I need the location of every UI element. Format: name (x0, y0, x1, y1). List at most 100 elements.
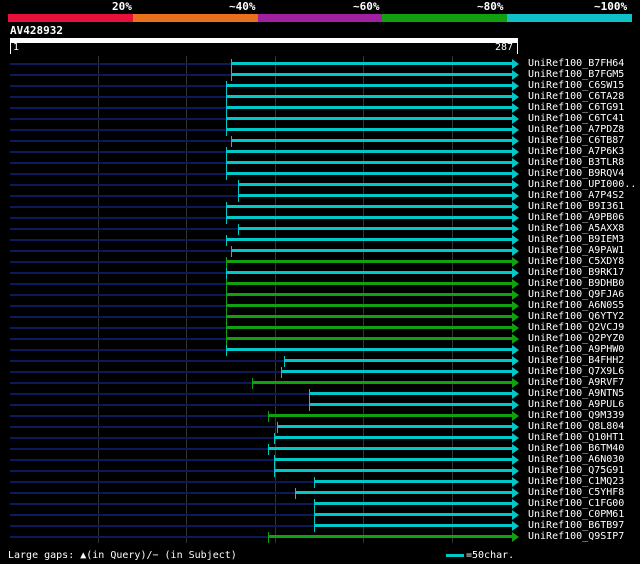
hit-end-arrow-icon (512, 257, 519, 267)
hit-unaligned-track (10, 217, 226, 219)
hit-alignment-bar[interactable] (226, 304, 512, 307)
hit-end-arrow-icon (512, 323, 519, 333)
hit-alignment-bar[interactable] (309, 403, 512, 406)
hit-unaligned-track (10, 96, 226, 98)
legend-seg-40 (132, 14, 258, 22)
hit-end-arrow-icon (512, 70, 519, 80)
hit-alignment-bar[interactable] (268, 414, 512, 417)
hit-alignment-bar[interactable] (226, 150, 512, 153)
hit-end-arrow-icon (512, 103, 519, 113)
hit-end-arrow-icon (512, 213, 519, 223)
hit-unaligned-track (10, 448, 268, 450)
query-bar (10, 38, 518, 43)
ruler-end-tick (517, 43, 518, 54)
hit-unaligned-track (10, 63, 231, 65)
hit-alignment-bar[interactable] (268, 535, 512, 538)
hit-alignment-bar[interactable] (226, 282, 512, 285)
hit-alignment-bar[interactable] (231, 139, 512, 142)
hit-alignment-bar[interactable] (226, 205, 512, 208)
hit-alignment-bar[interactable] (226, 326, 512, 329)
hit-unaligned-track (10, 85, 226, 87)
hit-alignment-bar[interactable] (226, 106, 512, 109)
hit-alignment-bar[interactable] (226, 337, 512, 340)
hit-unaligned-track (10, 151, 226, 153)
hit-label[interactable]: UniRef100_Q9SIP7 (528, 531, 624, 543)
hit-alignment-bar[interactable] (252, 381, 512, 384)
hit-unaligned-track (10, 382, 252, 384)
hit-end-arrow-icon (512, 202, 519, 212)
hit-alignment-bar[interactable] (226, 260, 512, 263)
hit-end-arrow-icon (512, 411, 519, 421)
hit-end-arrow-icon (512, 532, 519, 542)
hit-end-arrow-icon (512, 345, 519, 355)
hit-unaligned-track (10, 349, 226, 351)
hit-row[interactable]: UniRef100_Q9SIP7 (10, 531, 640, 543)
hit-alignment-bar[interactable] (226, 315, 512, 318)
hit-end-arrow-icon (512, 510, 519, 520)
hit-unaligned-track (10, 404, 309, 406)
hit-end-arrow-icon (512, 169, 519, 179)
hit-alignment-bar[interactable] (231, 62, 512, 65)
hit-unaligned-track (10, 250, 231, 252)
hit-unaligned-track (10, 338, 226, 340)
hit-alignment-bar[interactable] (314, 513, 512, 516)
hit-alignment-bar[interactable] (226, 117, 512, 120)
hit-alignment-bar[interactable] (226, 172, 512, 175)
hit-alignment-bar[interactable] (314, 502, 512, 505)
hit-alignment-bar[interactable] (226, 271, 512, 274)
hit-unaligned-track (10, 393, 309, 395)
hit-alignment-bar[interactable] (309, 392, 512, 395)
hit-alignment-bar[interactable] (226, 95, 512, 98)
hit-end-arrow-icon (512, 301, 519, 311)
hit-end-arrow-icon (512, 191, 519, 201)
hit-end-arrow-icon (512, 92, 519, 102)
hit-alignment-bar[interactable] (226, 293, 512, 296)
hit-unaligned-track (10, 426, 277, 428)
hit-end-arrow-icon (512, 125, 519, 135)
hit-alignment-bar[interactable] (281, 370, 512, 373)
hit-alignment-bar[interactable] (226, 238, 512, 241)
hit-unaligned-track (10, 206, 226, 208)
hit-alignment-bar[interactable] (277, 425, 512, 428)
hit-unaligned-track (10, 239, 226, 241)
gaps-legend: Large gaps: ▲(in Query)/− (in Subject) (8, 550, 237, 561)
hit-alignment-bar[interactable] (231, 73, 512, 76)
hit-alignment-bar[interactable] (226, 84, 512, 87)
hit-end-arrow-icon (512, 246, 519, 256)
hit-end-arrow-icon (512, 290, 519, 300)
hit-unaligned-track (10, 415, 268, 417)
hit-alignment-bar[interactable] (238, 227, 512, 230)
hit-unaligned-track (10, 140, 231, 142)
hit-alignment-bar[interactable] (274, 469, 512, 472)
hit-unaligned-track (10, 437, 274, 439)
hit-alignment-bar[interactable] (284, 359, 512, 362)
hit-end-arrow-icon (512, 488, 519, 498)
hit-end-arrow-icon (512, 114, 519, 124)
hit-alignment-bar[interactable] (314, 480, 512, 483)
hit-alignment-bar[interactable] (314, 524, 512, 527)
hit-unaligned-track (10, 74, 231, 76)
hit-end-arrow-icon (512, 455, 519, 465)
hit-alignment-bar[interactable] (226, 348, 512, 351)
hit-alignment-bar[interactable] (238, 183, 512, 186)
hit-alignment-bar[interactable] (226, 161, 512, 164)
hit-alignment-bar[interactable] (274, 458, 512, 461)
hit-unaligned-track (10, 261, 226, 263)
hit-end-arrow-icon (512, 279, 519, 289)
hit-alignment-bar[interactable] (226, 128, 512, 131)
hit-unaligned-track (10, 459, 274, 461)
scale-bar (446, 553, 464, 557)
hit-unaligned-track (10, 360, 284, 362)
hit-unaligned-track (10, 470, 274, 472)
hit-end-arrow-icon (512, 433, 519, 443)
scale-legend: =50char. (446, 550, 514, 562)
hit-end-arrow-icon (512, 356, 519, 366)
hit-alignment-bar[interactable] (274, 436, 512, 439)
hit-end-arrow-icon (512, 521, 519, 531)
hit-alignment-bar[interactable] (295, 491, 512, 494)
hit-alignment-bar[interactable] (226, 216, 512, 219)
ruler-end-label: 287 (495, 42, 514, 53)
hit-alignment-bar[interactable] (231, 249, 512, 252)
hit-alignment-bar[interactable] (238, 194, 512, 197)
hit-alignment-bar[interactable] (268, 447, 512, 450)
